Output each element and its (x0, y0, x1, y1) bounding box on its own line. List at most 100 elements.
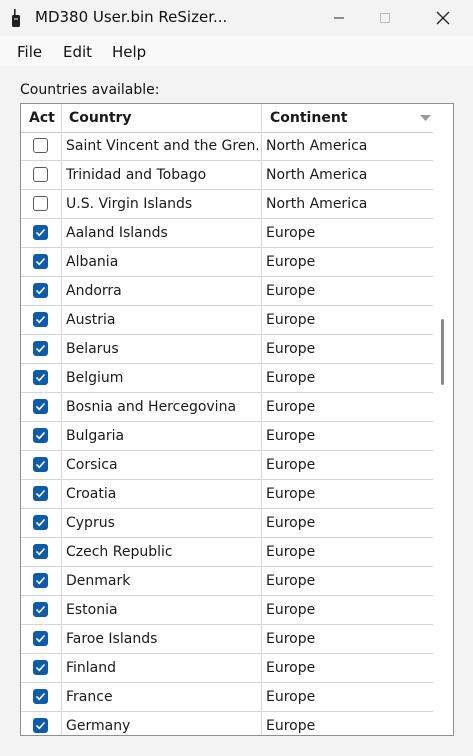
continent-cell: Europe (266, 225, 316, 241)
act-checkbox[interactable] (33, 544, 48, 559)
checkmark-icon (35, 257, 46, 266)
act-checkbox[interactable] (33, 225, 48, 240)
checkmark-icon (35, 518, 46, 527)
continent-cell: Europe (266, 573, 316, 589)
window-title: MD380 User.bin ReSizer... (35, 8, 228, 26)
table-row[interactable]: Albania Europe (21, 248, 433, 277)
continent-cell: North America (266, 138, 368, 154)
country-cell: Corsica (66, 457, 118, 473)
minimize-button[interactable] (316, 0, 362, 36)
countries-table[interactable]: Act Country Continent Saint Vincent and … (20, 103, 454, 736)
checkmark-icon (35, 576, 46, 585)
continent-cell: Europe (266, 631, 316, 647)
continent-cell: Europe (266, 544, 316, 560)
country-cell: Austria (66, 312, 116, 328)
act-checkbox[interactable] (33, 196, 48, 211)
country-cell: Denmark (66, 573, 131, 589)
table-row[interactable]: Czech Republic Europe (21, 538, 433, 567)
country-cell: Andorra (66, 283, 122, 299)
table-row[interactable]: Finland Europe (21, 654, 433, 683)
checkmark-icon (35, 663, 46, 672)
act-checkbox[interactable] (33, 341, 48, 356)
continent-cell: Europe (266, 399, 316, 415)
table-row[interactable]: U.S. Virgin Islands North America (21, 190, 433, 219)
country-cell: Belgium (66, 370, 124, 386)
countries-label: Countries available: (20, 82, 160, 98)
checkmark-icon (35, 489, 46, 498)
maximize-icon (380, 13, 390, 23)
table-row[interactable]: Belarus Europe (21, 335, 433, 364)
close-button[interactable] (420, 0, 466, 36)
table-row[interactable]: Belgium Europe (21, 364, 433, 393)
checkmark-icon (35, 373, 46, 382)
act-checkbox[interactable] (33, 399, 48, 414)
table-row[interactable]: Faroe Islands Europe (21, 625, 433, 654)
table-row[interactable]: Trinidad and Tobago North America (21, 161, 433, 190)
table-row[interactable]: Andorra Europe (21, 277, 433, 306)
continent-cell: North America (266, 167, 368, 183)
act-checkbox[interactable] (33, 167, 48, 182)
close-icon (436, 11, 450, 25)
country-cell: U.S. Virgin Islands (66, 196, 193, 212)
act-checkbox[interactable] (33, 428, 48, 443)
continent-cell: North America (266, 196, 368, 212)
table-row[interactable]: Bosnia and Hercegovina Europe (21, 393, 433, 422)
continent-cell: Europe (266, 515, 316, 531)
vertical-scrollbar[interactable] (433, 104, 453, 735)
column-header-act[interactable]: Act (21, 104, 61, 132)
act-checkbox[interactable] (33, 631, 48, 646)
table-row[interactable]: Austria Europe (21, 306, 433, 335)
act-checkbox[interactable] (33, 283, 48, 298)
act-checkbox[interactable] (33, 370, 48, 385)
table-row[interactable]: Germany Europe (21, 712, 433, 735)
menu-edit[interactable]: Edit (63, 43, 92, 61)
country-cell: Cyprus (66, 515, 115, 531)
act-checkbox[interactable] (33, 515, 48, 530)
country-cell: Trinidad and Tobago (66, 167, 207, 183)
act-checkbox[interactable] (33, 486, 48, 501)
table-row[interactable]: Corsica Europe (21, 451, 433, 480)
act-checkbox[interactable] (33, 138, 48, 153)
menu-help[interactable]: Help (112, 43, 146, 61)
column-header-continent[interactable]: Continent (262, 104, 433, 132)
table-row[interactable]: Saint Vincent and the Gren... North Ameri… (21, 132, 433, 161)
act-checkbox[interactable] (33, 718, 48, 733)
menu-file[interactable]: File (17, 43, 42, 61)
act-checkbox[interactable] (33, 254, 48, 269)
continent-cell: Europe (266, 283, 316, 299)
column-divider (261, 104, 262, 735)
scrollbar-thumb[interactable] (441, 319, 444, 385)
continent-cell: Europe (266, 457, 316, 473)
table-row[interactable]: Cyprus Europe (21, 509, 433, 538)
table-row[interactable]: France Europe (21, 683, 433, 712)
sort-arrow-icon[interactable] (420, 115, 431, 122)
act-checkbox[interactable] (33, 660, 48, 675)
continent-cell: Europe (266, 689, 316, 705)
continent-cell: Europe (266, 312, 316, 328)
maximize-button[interactable] (362, 0, 408, 36)
country-cell: Estonia (66, 602, 118, 618)
table-row[interactable]: Croatia Europe (21, 480, 433, 509)
table-row[interactable]: Denmark Europe (21, 567, 433, 596)
continent-cell: Europe (266, 428, 316, 444)
act-checkbox[interactable] (33, 312, 48, 327)
checkmark-icon (35, 721, 46, 730)
checkmark-icon (35, 634, 46, 643)
table-row[interactable]: Aaland Islands Europe (21, 219, 433, 248)
act-checkbox[interactable] (33, 689, 48, 704)
act-checkbox[interactable] (33, 573, 48, 588)
country-cell: Saint Vincent and the Gren... (66, 138, 258, 154)
act-checkbox[interactable] (33, 602, 48, 617)
act-checkbox[interactable] (33, 457, 48, 472)
checkmark-icon (35, 605, 46, 614)
table-row[interactable]: Bulgaria Europe (21, 422, 433, 451)
title-bar: MD380 User.bin ReSizer... (0, 0, 473, 36)
checkmark-icon (35, 402, 46, 411)
country-cell: Germany (66, 718, 131, 734)
country-cell: Finland (66, 660, 117, 676)
table-header: Act Country Continent (21, 104, 433, 133)
country-cell: Belarus (66, 341, 119, 357)
column-header-country[interactable]: Country (61, 104, 261, 132)
table-row[interactable]: Estonia Europe (21, 596, 433, 625)
country-cell: Faroe Islands (66, 631, 158, 647)
